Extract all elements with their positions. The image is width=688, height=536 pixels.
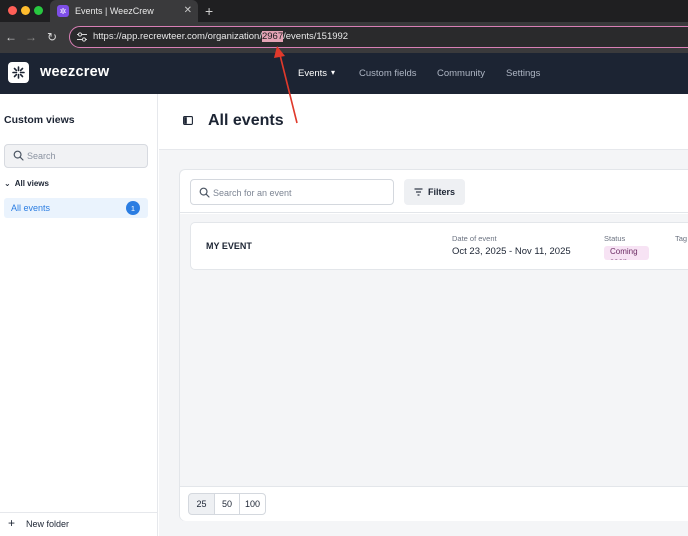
date-column-label: Date of event bbox=[452, 234, 497, 243]
sidebar-search-input[interactable] bbox=[27, 148, 143, 164]
events-panel: Filters MY EVENT Date of event Oct 23, 2… bbox=[179, 169, 688, 521]
count-badge: 1 bbox=[126, 201, 140, 215]
event-row[interactable]: MY EVENT Date of event Oct 23, 2025 - No… bbox=[190, 222, 688, 270]
custom-views-sidebar: Custom views ⌄ All views All events 1 + … bbox=[0, 94, 158, 536]
filters-label: Filters bbox=[427, 187, 455, 197]
back-arrow-icon[interactable]: ← bbox=[5, 30, 17, 44]
sidebar-title: Custom views bbox=[4, 114, 75, 126]
new-folder-label: New folder bbox=[26, 519, 70, 529]
event-search[interactable] bbox=[190, 179, 394, 205]
nav-community[interactable]: Community bbox=[437, 68, 485, 79]
event-search-input[interactable] bbox=[213, 185, 389, 201]
brand-name[interactable]: weezcrew bbox=[40, 64, 109, 80]
nav-settings[interactable]: Settings bbox=[506, 68, 540, 79]
sidebar-item-label: All events bbox=[11, 203, 51, 213]
reload-icon[interactable]: ↻ bbox=[47, 30, 57, 44]
page-size-25-button[interactable]: 25 bbox=[188, 493, 215, 515]
site-settings-icon[interactable] bbox=[76, 31, 88, 43]
page-title: All events bbox=[208, 112, 284, 129]
toggle-sidebar-icon[interactable] bbox=[183, 116, 193, 125]
sidebar-item-all-events[interactable]: All events 1 bbox=[4, 198, 148, 218]
nav-custom-fields[interactable]: Custom fields bbox=[359, 68, 417, 79]
browser-tab[interactable]: ✲ Events | WeezCrew ✕ bbox=[50, 0, 198, 22]
status-text: Coming soon bbox=[610, 247, 638, 260]
url-suffix: /events/151992 bbox=[283, 31, 349, 42]
url-text: https://app.recrewteer.com/organization/… bbox=[93, 31, 348, 42]
window-minimize-button[interactable] bbox=[21, 6, 30, 15]
event-name: MY EVENT bbox=[206, 241, 252, 251]
page-header: All events bbox=[159, 94, 688, 150]
browser-tab-bar: ✲ Events | WeezCrew ✕ + bbox=[0, 0, 688, 22]
page-size-selector: 25 50 100 bbox=[180, 486, 688, 521]
chevron-down-icon: ⌄ bbox=[4, 179, 11, 188]
nav-events[interactable]: Events ▾ bbox=[298, 68, 335, 79]
new-folder-button[interactable]: + New folder bbox=[0, 512, 158, 536]
event-date: Oct 23, 2025 - Nov 11, 2025 bbox=[452, 246, 571, 257]
status-badge: Coming soon bbox=[604, 246, 649, 260]
events-list: MY EVENT Date of event Oct 23, 2025 - No… bbox=[180, 214, 688, 486]
all-views-group[interactable]: ⌄ All views bbox=[4, 179, 49, 188]
group-label: All views bbox=[14, 179, 49, 188]
tag-column-label: Tag bbox=[675, 234, 688, 243]
forward-arrow-icon[interactable]: → bbox=[25, 30, 37, 44]
url-organization-id-highlight: 2967 bbox=[261, 31, 284, 42]
filter-bar: Filters bbox=[180, 170, 688, 213]
tab-title: Events | WeezCrew bbox=[75, 6, 154, 16]
search-icon bbox=[13, 150, 24, 161]
window-close-button[interactable] bbox=[8, 6, 17, 15]
app-header: weezcrew Events ▾ Custom fields Community… bbox=[0, 53, 688, 94]
new-tab-icon[interactable]: + bbox=[205, 2, 213, 20]
main-content: All events Filters MY EVEN bbox=[159, 94, 688, 536]
filter-icon bbox=[414, 188, 423, 196]
nav-events-label: Events bbox=[298, 68, 328, 79]
chevron-down-icon: ▾ bbox=[331, 68, 336, 77]
page-size-100-button[interactable]: 100 bbox=[239, 493, 266, 515]
weezcrew-logo-icon[interactable] bbox=[8, 62, 29, 83]
address-bar[interactable]: https://app.recrewteer.com/organization/… bbox=[69, 26, 688, 48]
plus-icon: + bbox=[8, 516, 16, 530]
window-maximize-button[interactable] bbox=[34, 6, 43, 15]
status-column-label: Status bbox=[604, 234, 626, 243]
sidebar-search[interactable] bbox=[4, 144, 148, 168]
search-icon bbox=[199, 187, 210, 198]
browser-toolbar: ← → ↻ https://app.recrewteer.com/organiz… bbox=[0, 22, 688, 53]
tab-close-icon[interactable]: ✕ bbox=[184, 4, 192, 18]
url-prefix: https://app.recrewteer.com/organization/ bbox=[93, 31, 262, 42]
weezcrew-favicon-icon: ✲ bbox=[57, 5, 69, 17]
page-size-50-button[interactable]: 50 bbox=[214, 493, 240, 515]
logo-mark-icon bbox=[12, 66, 25, 79]
filters-button[interactable]: Filters bbox=[404, 179, 465, 205]
